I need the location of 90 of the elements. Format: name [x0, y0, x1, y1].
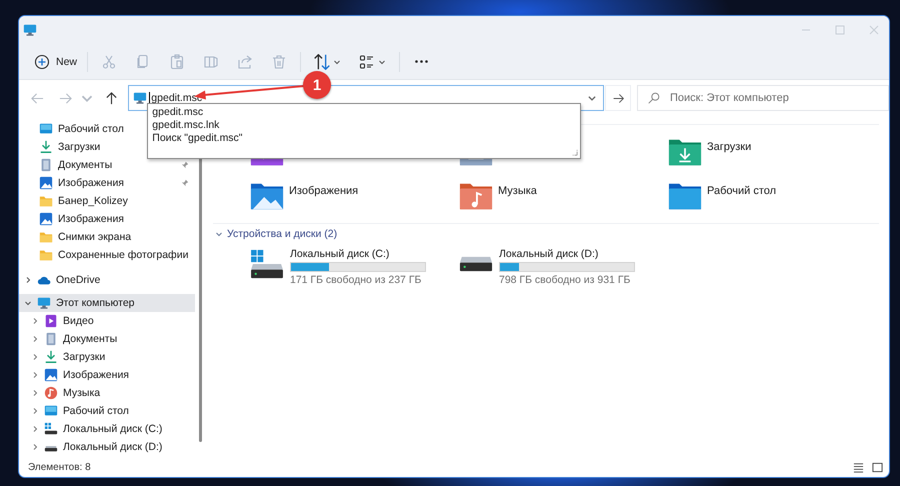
- picture-icon: [39, 212, 53, 226]
- item-count: Элементов: 8: [28, 462, 91, 472]
- plus-circle-icon: [34, 54, 50, 70]
- monitor-icon: [23, 23, 37, 37]
- chevron-icon[interactable]: [31, 407, 39, 415]
- sort-icon: [314, 54, 330, 70]
- arrow-right-icon: [59, 92, 72, 104]
- share-icon: [237, 54, 254, 70]
- go-button[interactable]: [605, 85, 631, 111]
- pictures-folder-icon: [250, 181, 284, 211]
- desktop-icon: [44, 404, 58, 418]
- folder-name: Загрузки: [707, 140, 752, 153]
- chevron-icon[interactable]: [31, 443, 39, 451]
- drive-name: Локальный диск (D:): [499, 248, 600, 260]
- picture-icon: [39, 176, 53, 190]
- suggestion-item[interactable]: gpedit.msc.lnk: [152, 119, 576, 132]
- sidebar-item[interactable]: Изображения: [19, 174, 124, 192]
- monitor-icon: [37, 296, 51, 310]
- folder-name: Музыка: [498, 184, 537, 197]
- trash-icon: [271, 54, 288, 70]
- arrow-up-icon: [104, 92, 118, 104]
- resize-grip-icon[interactable]: [571, 149, 578, 156]
- search-icon: [646, 91, 661, 105]
- section-header[interactable]: Устройства и диски (2): [213, 228, 338, 248]
- folder-icon: [39, 194, 53, 208]
- chevron-icon[interactable]: [31, 389, 39, 397]
- caret-icon: [378, 58, 386, 66]
- sidebar-item[interactable]: Локальный диск (C:): [19, 420, 195, 438]
- desktop-icon: [39, 122, 53, 136]
- folder-icon: [39, 248, 53, 262]
- more-icon: [415, 60, 428, 63]
- tiles-view-icon[interactable]: [872, 462, 883, 472]
- sidebar-item[interactable]: Документы: [19, 330, 195, 348]
- details-view-icon[interactable]: [853, 462, 864, 472]
- arrow-right-icon: [612, 92, 625, 104]
- document-icon: [39, 158, 53, 172]
- chevron-icon[interactable]: [31, 425, 39, 433]
- sidebar-item[interactable]: Банер_Kolizey: [19, 192, 128, 210]
- chevron-icon[interactable]: [31, 335, 39, 343]
- downloads-folder-icon: [668, 137, 702, 167]
- paste-icon: [169, 54, 186, 70]
- music-note-icon: [44, 386, 58, 400]
- new-button[interactable]: New: [29, 50, 84, 74]
- sidebar-item[interactable]: Загрузки: [19, 348, 195, 366]
- drive-icon: [44, 422, 58, 436]
- folder-name: Рабочий стол: [707, 184, 776, 197]
- download-arrow-icon: [39, 140, 53, 154]
- sidebar-item[interactable]: Рабочий стол: [19, 402, 195, 420]
- sidebar-item[interactable]: Видео: [19, 312, 195, 330]
- sidebar-item[interactable]: Изображения: [19, 366, 195, 384]
- folder-item[interactable]: Загрузки: [668, 137, 752, 167]
- folder-item[interactable]: Изображения: [250, 181, 358, 211]
- sidebar-item[interactable]: Этот компьютер: [19, 294, 195, 312]
- sidebar-item[interactable]: Сохраненные фотографии: [19, 246, 188, 264]
- desktop-folder-icon: [668, 181, 702, 211]
- folder-item[interactable]: Музыка: [459, 181, 537, 211]
- chevron-icon[interactable]: [31, 353, 39, 361]
- sidebar-item[interactable]: Локальный диск (D:): [19, 438, 195, 456]
- free-space-text: 171 ГБ свободно из 237 ГБ: [290, 274, 422, 286]
- picture-icon: [44, 368, 58, 382]
- sidebar-item[interactable]: Снимки экрана: [19, 228, 132, 246]
- download-arrow-icon: [44, 350, 58, 364]
- sidebar-item[interactable]: Изображения: [19, 210, 124, 228]
- folder-icon: [39, 230, 53, 244]
- chevron-icon[interactable]: [24, 276, 32, 284]
- chevron-icon[interactable]: [31, 371, 39, 379]
- sidebar-item[interactable]: OneDrive: [19, 271, 195, 289]
- folder-item[interactable]: Рабочий стол: [668, 181, 776, 211]
- rename-icon: [203, 54, 220, 70]
- suggestion-item[interactable]: gpedit.msc: [152, 106, 576, 119]
- suggestion-item[interactable]: Поиск "gpedit.msc": [152, 132, 576, 145]
- music-folder-icon: [459, 181, 493, 211]
- video-icon: [44, 314, 58, 328]
- monitor-icon: [133, 91, 148, 105]
- chevron-icon[interactable]: [24, 299, 32, 307]
- document-icon: [44, 332, 58, 346]
- arrow-left-icon: [31, 92, 44, 104]
- scissors-icon: [101, 54, 118, 70]
- sidebar-item[interactable]: Рабочий стол: [19, 120, 124, 138]
- drive-icon: [250, 249, 284, 279]
- free-space-text: 798 ГБ свободно из 931 ГБ: [499, 274, 632, 286]
- folder-name: Изображения: [289, 184, 358, 197]
- sidebar-item[interactable]: Загрузки: [19, 138, 100, 156]
- drive-name: Локальный диск (C:): [290, 248, 390, 260]
- view-icon: [359, 54, 376, 70]
- caret-icon: [333, 58, 342, 66]
- search-field[interactable]: Поиск: Этот компьютер: [636, 85, 889, 111]
- sidebar-item[interactable]: Музыка: [19, 384, 195, 402]
- sidebar-item[interactable]: Документы: [19, 156, 112, 174]
- chevron-icon[interactable]: [31, 317, 39, 325]
